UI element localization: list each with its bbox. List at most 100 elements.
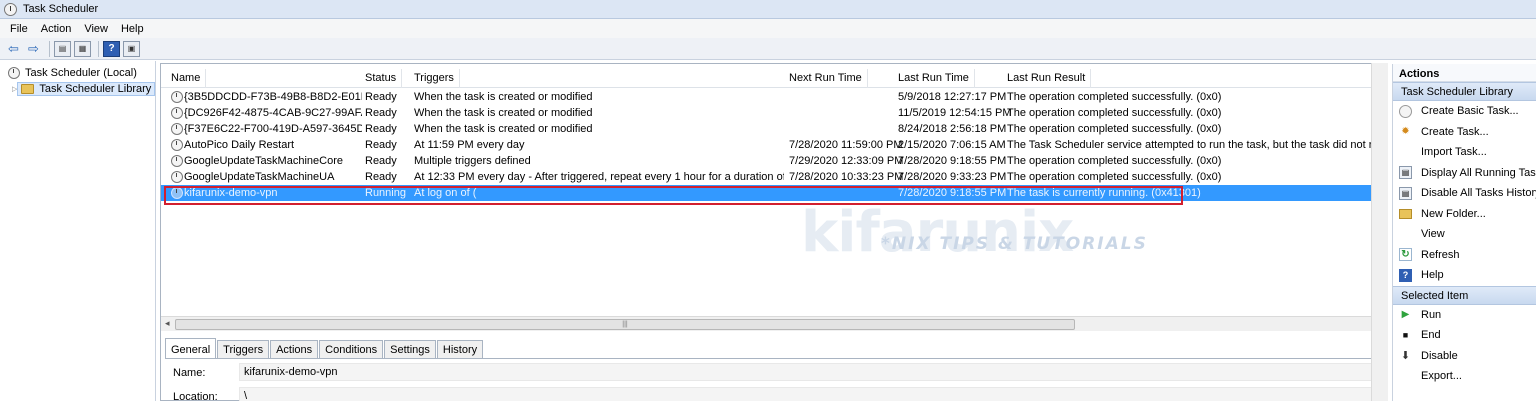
task-triggers: When the task is created or modified	[414, 91, 593, 103]
toolbar-separator	[98, 40, 99, 57]
menu-view[interactable]: View	[84, 23, 108, 35]
task-last-run: 8/24/2018 2:56:18 PM	[898, 123, 1007, 135]
task-clock-icon	[171, 155, 183, 167]
up-folder-icon[interactable]: ▤	[54, 40, 71, 57]
toolbar: ⇦ ⇨ ▤ ▦ ? ▣	[0, 38, 1536, 60]
action-display-running-tasks[interactable]: ▤ Display All Running Tasks	[1393, 163, 1536, 184]
task-last-result: The Task Scheduler service attempted to …	[1007, 139, 1385, 151]
action-label: Run	[1421, 308, 1442, 321]
task-next-run: 7/28/2020 11:59:00 PM	[789, 139, 903, 151]
table-row[interactable]: GoogleUpdateTaskMachineCore Ready Multip…	[161, 153, 1387, 169]
tree-item-library-selection[interactable]: Task Scheduler Library	[17, 82, 156, 96]
tree-item-library[interactable]: ▷ Task Scheduler Library	[0, 81, 156, 97]
task-last-run: 11/5/2019 12:54:15 PM	[898, 107, 1012, 119]
menu-help[interactable]: Help	[121, 23, 144, 35]
tree-root[interactable]: Task Scheduler (Local)	[0, 65, 155, 81]
column-header-status[interactable]: Status	[365, 69, 403, 88]
task-triggers: When the task is created or modified	[414, 107, 593, 119]
create-basic-task-icon	[1399, 104, 1412, 118]
table-row[interactable]: {DC926F42-4875-4CAB-9C27-99AFAE... Ready…	[161, 105, 1387, 121]
window-title: Task Scheduler	[23, 3, 99, 15]
actions-pane: Actions Task Scheduler Library Create Ba…	[1392, 64, 1536, 401]
task-clock-icon	[171, 187, 183, 199]
tree-root-label: Task Scheduler (Local)	[25, 67, 137, 79]
scroll-left-icon[interactable]: ◂	[165, 318, 170, 329]
horizontal-scrollbar[interactable]: ◂ ||| ▸	[161, 316, 1387, 331]
task-clock-icon	[171, 171, 183, 183]
action-label: New Folder...	[1421, 207, 1486, 220]
action-label: End	[1421, 329, 1441, 342]
menu-file[interactable]: File	[10, 23, 28, 35]
back-arrow-icon[interactable]: ⇦	[5, 41, 22, 57]
console-tree: Task Scheduler (Local) ▷ Task Scheduler …	[0, 61, 156, 401]
tab-conditions[interactable]: Conditions	[319, 340, 384, 358]
action-label: Import Task...	[1421, 146, 1487, 159]
task-status: Ready	[365, 171, 397, 183]
console-icon[interactable]: ▣	[123, 40, 140, 57]
column-header-last-run-result[interactable]: Last Run Result	[1007, 69, 1092, 88]
action-refresh[interactable]: ↻ Refresh	[1393, 245, 1536, 266]
action-label: Disable	[1421, 349, 1458, 362]
action-help[interactable]: ? Help	[1393, 265, 1536, 286]
action-label: Create Basic Task...	[1421, 105, 1519, 118]
section-selected-item[interactable]: Selected Item	[1393, 285, 1536, 305]
task-last-run: 7/28/2020 9:33:23 PM	[898, 171, 1007, 183]
tab-general[interactable]: General	[165, 338, 217, 358]
column-header-next-run-time[interactable]: Next Run Time	[789, 69, 868, 88]
task-last-result: The operation completed successfully. (0…	[1007, 171, 1222, 183]
section-task-scheduler-library[interactable]: Task Scheduler Library	[1393, 82, 1536, 101]
task-clock-icon	[171, 91, 183, 103]
task-last-result: The task is currently running. (0x41301)	[1007, 187, 1201, 199]
action-export[interactable]: Export...	[1393, 366, 1536, 387]
folder-icon	[1399, 208, 1412, 219]
forward-arrow-icon[interactable]: ⇨	[25, 41, 42, 57]
table-row[interactable]: {3B5DDCDD-F73B-49B8-B8D2-E01EAB... Ready…	[161, 89, 1387, 105]
tab-triggers[interactable]: Triggers	[217, 340, 270, 358]
action-run[interactable]: ▶ Run	[1393, 305, 1536, 326]
table-row-selected[interactable]: kifarunix-demo-vpn Running At log on of …	[161, 185, 1387, 201]
task-triggers: At 11:59 PM every day	[414, 139, 525, 151]
action-disable-tasks-history[interactable]: ▤ Disable All Tasks History	[1393, 183, 1536, 204]
tab-history[interactable]: History	[436, 340, 484, 358]
action-import-task[interactable]: Import Task...	[1393, 142, 1536, 163]
column-header-last-run-time[interactable]: Last Run Time	[898, 69, 975, 88]
task-last-result: The operation completed successfully. (0…	[1007, 91, 1222, 103]
horizontal-scroll-thumb[interactable]: |||	[175, 319, 1075, 330]
table-row[interactable]: {F37E6C22-F700-419D-A597-3645DB0... Read…	[161, 121, 1387, 137]
vertical-scrollbar[interactable]	[1371, 63, 1388, 401]
column-header-name[interactable]: Name	[171, 69, 207, 88]
watermark-tagline: *NIX TIPS & TUTORIALS	[881, 234, 1148, 254]
action-view[interactable]: View	[1393, 224, 1536, 245]
action-end[interactable]: ■ End	[1393, 325, 1536, 346]
refresh-icon: ↻	[1399, 248, 1412, 262]
watermark-brand: kifarunix	[801, 200, 1074, 265]
name-label: Name:	[173, 367, 206, 379]
task-next-run: 7/28/2020 10:33:23 PM	[789, 171, 904, 183]
table-row[interactable]: GoogleUpdateTaskMachineUA Ready At 12:33…	[161, 169, 1387, 185]
task-status: Ready	[365, 155, 397, 167]
column-header-triggers[interactable]: Triggers	[414, 69, 460, 88]
action-label: View	[1421, 228, 1445, 241]
task-last-result: The operation completed successfully. (0…	[1007, 123, 1222, 135]
action-create-basic-task[interactable]: Create Basic Task...	[1393, 101, 1536, 122]
show-hide-tree-icon[interactable]: ▦	[74, 40, 91, 57]
task-status: Ready	[365, 139, 397, 151]
task-last-run: 7/28/2020 9:18:55 PM	[898, 155, 1007, 167]
tab-actions[interactable]: Actions	[270, 340, 319, 358]
action-disable[interactable]: ⬇ Disable	[1393, 346, 1536, 367]
task-triggers: At log on of (	[414, 187, 477, 199]
task-triggers: Multiple triggers defined	[414, 155, 531, 167]
task-last-run: 5/9/2018 12:27:17 PM	[898, 91, 1007, 103]
task-scheduler-app-icon	[4, 2, 17, 16]
tab-settings[interactable]: Settings	[384, 340, 436, 358]
action-label: Create Task...	[1421, 125, 1489, 138]
action-create-task[interactable]: ✹ Create Task...	[1393, 122, 1536, 143]
help-icon[interactable]: ?	[103, 40, 120, 57]
table-row[interactable]: AutoPico Daily Restart Ready At 11:59 PM…	[161, 137, 1387, 153]
menu-action[interactable]: Action	[41, 23, 72, 35]
name-field[interactable]: kifarunix-demo-vpn	[239, 363, 1379, 381]
location-label: Location:	[173, 391, 218, 401]
task-rows: {3B5DDCDD-F73B-49B8-B8D2-E01EAB... Ready…	[161, 89, 1387, 201]
location-field[interactable]: \	[239, 387, 1379, 401]
action-new-folder[interactable]: New Folder...	[1393, 204, 1536, 225]
